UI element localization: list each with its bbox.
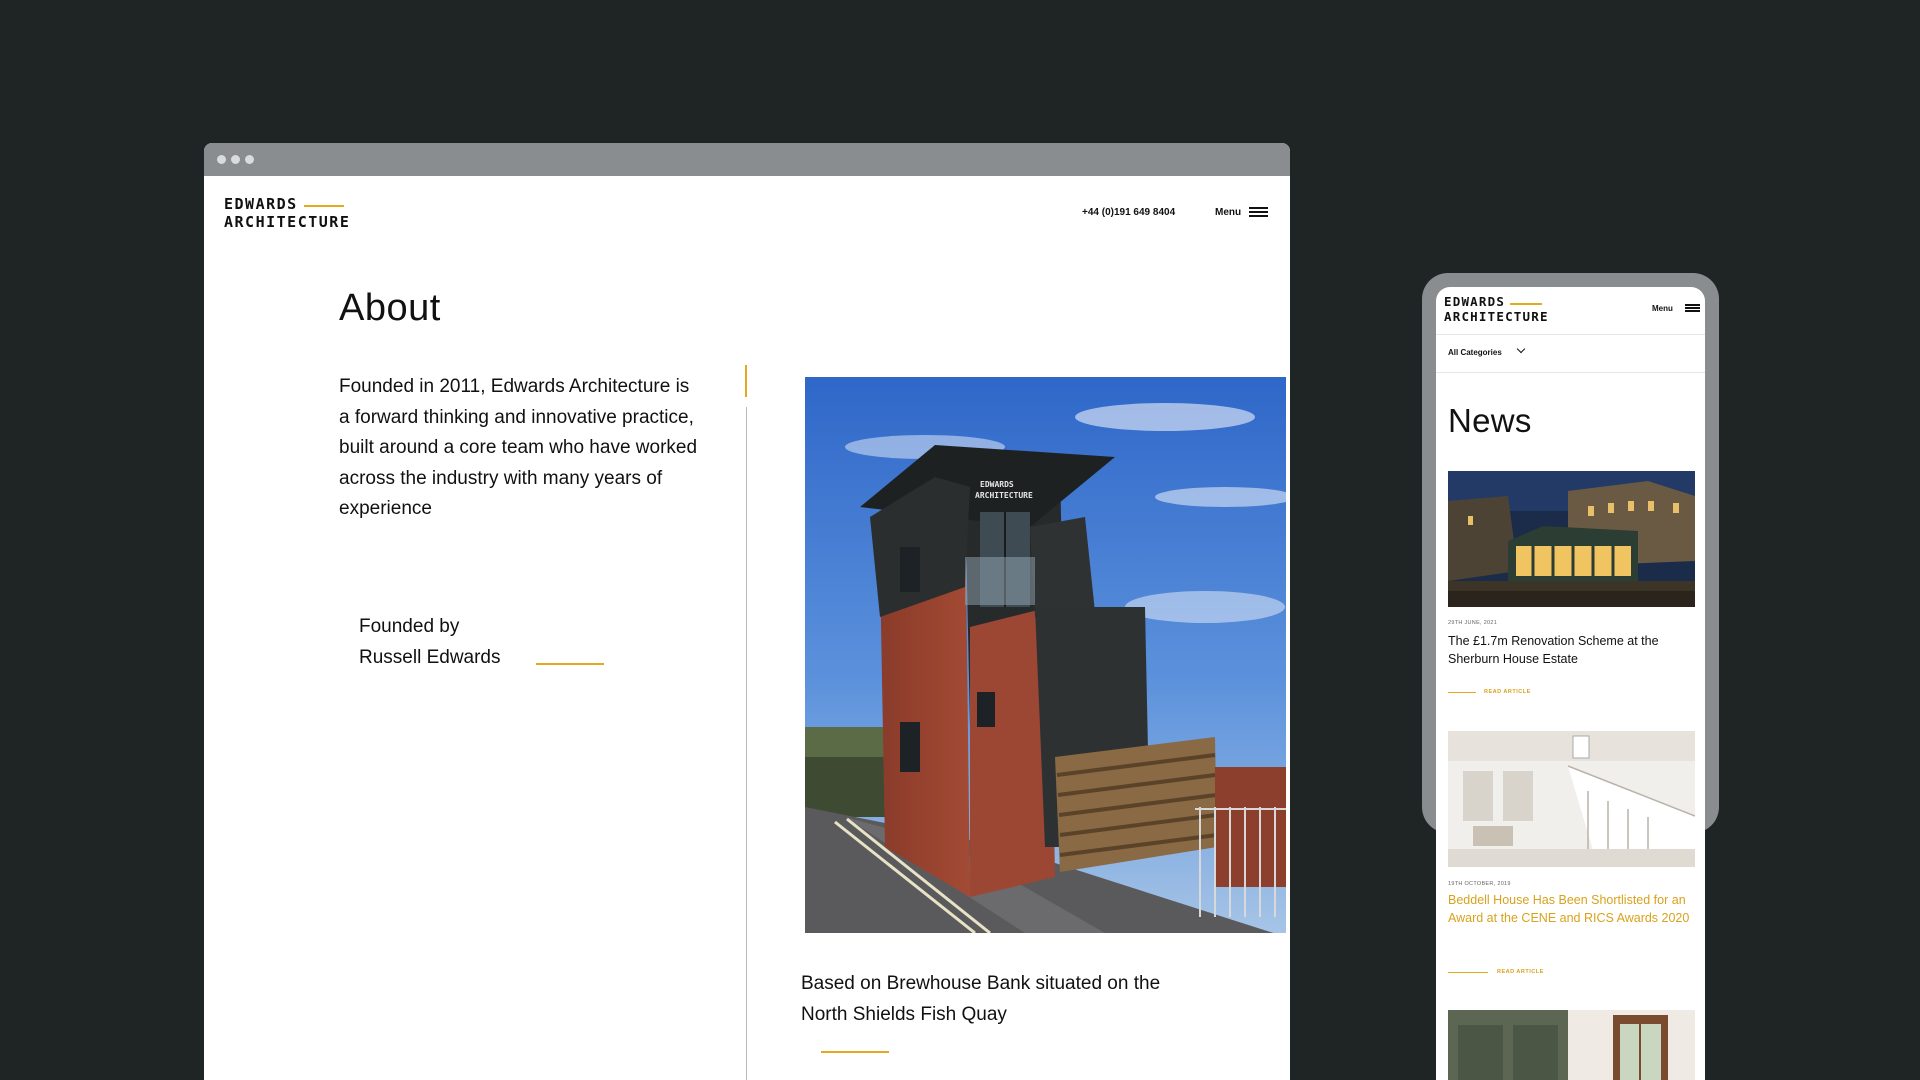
news-title: News [1448,402,1532,439]
divider-accent [745,365,747,397]
founded-line-2: Russell Edwards [359,646,501,668]
category-filter-dropdown[interactable]: All Categories [1436,335,1705,373]
article-image-illustration [1448,1010,1695,1080]
hamburger-menu-icon[interactable] [1249,207,1268,218]
chevron-down-icon [1516,344,1526,354]
article-image[interactable] [1448,1010,1695,1080]
mobile-logo-line-1: EDWARDS [1444,294,1506,309]
desktop-browser-mockup: EDWARDS ARCHITECTURE +44 (0)191 649 8404… [204,143,1290,1080]
founded-by-text: Founded by Russell Edwards [359,612,559,673]
read-article-line [1448,692,1476,693]
header-phone-link[interactable]: +44 (0)191 649 8404 [1082,207,1175,218]
mobile-menu-label[interactable]: Menu [1652,304,1673,313]
hamburger-menu-icon[interactable] [1685,304,1700,313]
founded-accent-line [536,663,604,665]
svg-text:EDWARDS: EDWARDS [980,480,1014,489]
read-article-link[interactable]: READ ARTICLE [1497,969,1544,975]
browser-title-bar [204,143,1290,176]
mobile-logo-line-2: ARCHITECTURE [1444,309,1549,324]
article-title[interactable]: Beddell House Has Been Shortlisted for a… [1448,891,1698,927]
window-dot-icon [217,155,226,164]
mobile-site-logo[interactable]: EDWARDS ARCHITECTURE [1444,294,1549,324]
article-image-illustration [1448,471,1695,607]
page-title: About [339,287,441,329]
category-filter-label: All Categories [1448,348,1502,357]
office-building-photo: EDWARDS ARCHITECTURE [805,377,1286,933]
read-article-link[interactable]: READ ARTICLE [1484,689,1531,695]
window-dot-icon [231,155,240,164]
logo-accent-bar [304,205,344,207]
vertical-divider [746,407,747,1080]
location-text: Based on Brewhouse Bank situated on the … [801,973,1161,1025]
svg-text:ARCHITECTURE: ARCHITECTURE [975,491,1033,500]
site-logo[interactable]: EDWARDS ARCHITECTURE [224,195,350,231]
location-accent-line [821,1051,889,1053]
article-date: 19TH OCTOBER, 2019 [1448,881,1511,887]
article-image[interactable] [1448,471,1695,607]
mobile-logo-accent-bar [1510,303,1542,305]
article-title[interactable]: The £1.7m Renovation Scheme at the Sherb… [1448,632,1698,668]
read-article-line [1448,972,1488,973]
office-building-illustration: EDWARDS ARCHITECTURE [805,377,1286,933]
article-image[interactable] [1448,731,1695,867]
logo-line-2: ARCHITECTURE [224,213,351,231]
window-dot-icon [245,155,254,164]
mobile-screen: EDWARDS ARCHITECTURE Menu All Categories… [1436,287,1705,1080]
menu-label[interactable]: Menu [1215,207,1241,218]
article-date: 29TH JUNE, 2021 [1448,620,1498,626]
founded-line-1: Founded by [359,616,460,637]
mobile-header: EDWARDS ARCHITECTURE Menu [1436,287,1705,335]
about-intro-text: Founded in 2011, Edwards Architecture is… [339,376,698,519]
logo-line-1: EDWARDS [224,195,298,213]
article-image-illustration [1448,731,1695,867]
